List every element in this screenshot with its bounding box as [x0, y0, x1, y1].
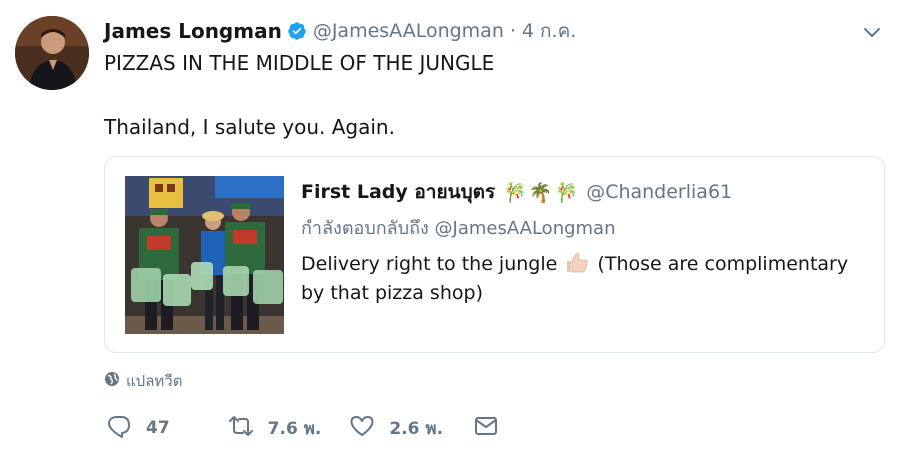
reply-icon — [106, 413, 132, 443]
quoted-tweet-header: First Lady อายนบุตร 🎋🌴🎋 @Chanderlia61 — [301, 177, 874, 207]
quoted-author-handle[interactable]: @Chanderlia61 — [586, 181, 732, 203]
tweet-text-line: Thailand, I salute you. Again. — [104, 115, 395, 139]
like-button[interactable]: 2.6 พ. — [349, 413, 443, 443]
author-name[interactable]: James Longman — [104, 19, 282, 43]
quoted-tweet-body: First Lady อายนบุตร 🎋🌴🎋 @Chanderlia61 กำ… — [301, 177, 874, 308]
like-icon — [349, 413, 375, 443]
quoted-tweet-text: Delivery right to the jungle (Those are … — [301, 250, 861, 308]
tweet-actions: 47 7.6 พ. 2.6 พ. — [106, 413, 499, 443]
quoted-text-part: Delivery right to the jungle — [301, 253, 558, 275]
verified-badge-icon — [287, 21, 307, 41]
globe-icon — [104, 371, 120, 391]
translate-tweet-link[interactable]: แปลทวีต — [104, 369, 182, 393]
quoted-tweet-image[interactable] — [125, 176, 284, 334]
direct-message-button[interactable] — [473, 413, 499, 443]
reply-button[interactable]: 47 — [106, 413, 170, 443]
author-avatar[interactable] — [15, 16, 89, 90]
tweet-header: James Longman @JamesAALongman · 4 ก.ค. — [104, 17, 576, 45]
like-count: 2.6 พ. — [389, 418, 444, 439]
chevron-down-icon[interactable] — [862, 22, 882, 42]
tweet-text-line: PIZZAS IN THE MIDDLE OF THE JUNGLE — [104, 51, 495, 75]
translate-label: แปลทวีต — [126, 372, 183, 390]
header-separator: · — [509, 20, 516, 42]
retweet-button[interactable]: 7.6 พ. — [228, 413, 322, 443]
reply-context[interactable]: กำลังตอบกลับถึง @JamesAALongman — [301, 213, 874, 242]
tweet-text: PIZZAS IN THE MIDDLE OF THE JUNGLE Thail… — [104, 50, 494, 140]
message-icon — [473, 413, 499, 443]
tweet-timestamp[interactable]: 4 ก.ค. — [522, 16, 576, 46]
name-emojis: 🎋🌴🎋 — [503, 181, 581, 204]
thumbs-up-emoji — [565, 251, 589, 273]
quoted-author-name[interactable]: First Lady อายนบุตร — [301, 177, 495, 207]
retweet-count: 7.6 พ. — [267, 418, 322, 439]
quoted-tweet-card[interactable]: First Lady อายนบุตร 🎋🌴🎋 @Chanderlia61 กำ… — [104, 156, 885, 353]
reply-count: 47 — [146, 418, 170, 438]
author-handle[interactable]: @JamesAALongman — [313, 20, 504, 42]
retweet-icon — [228, 413, 254, 443]
